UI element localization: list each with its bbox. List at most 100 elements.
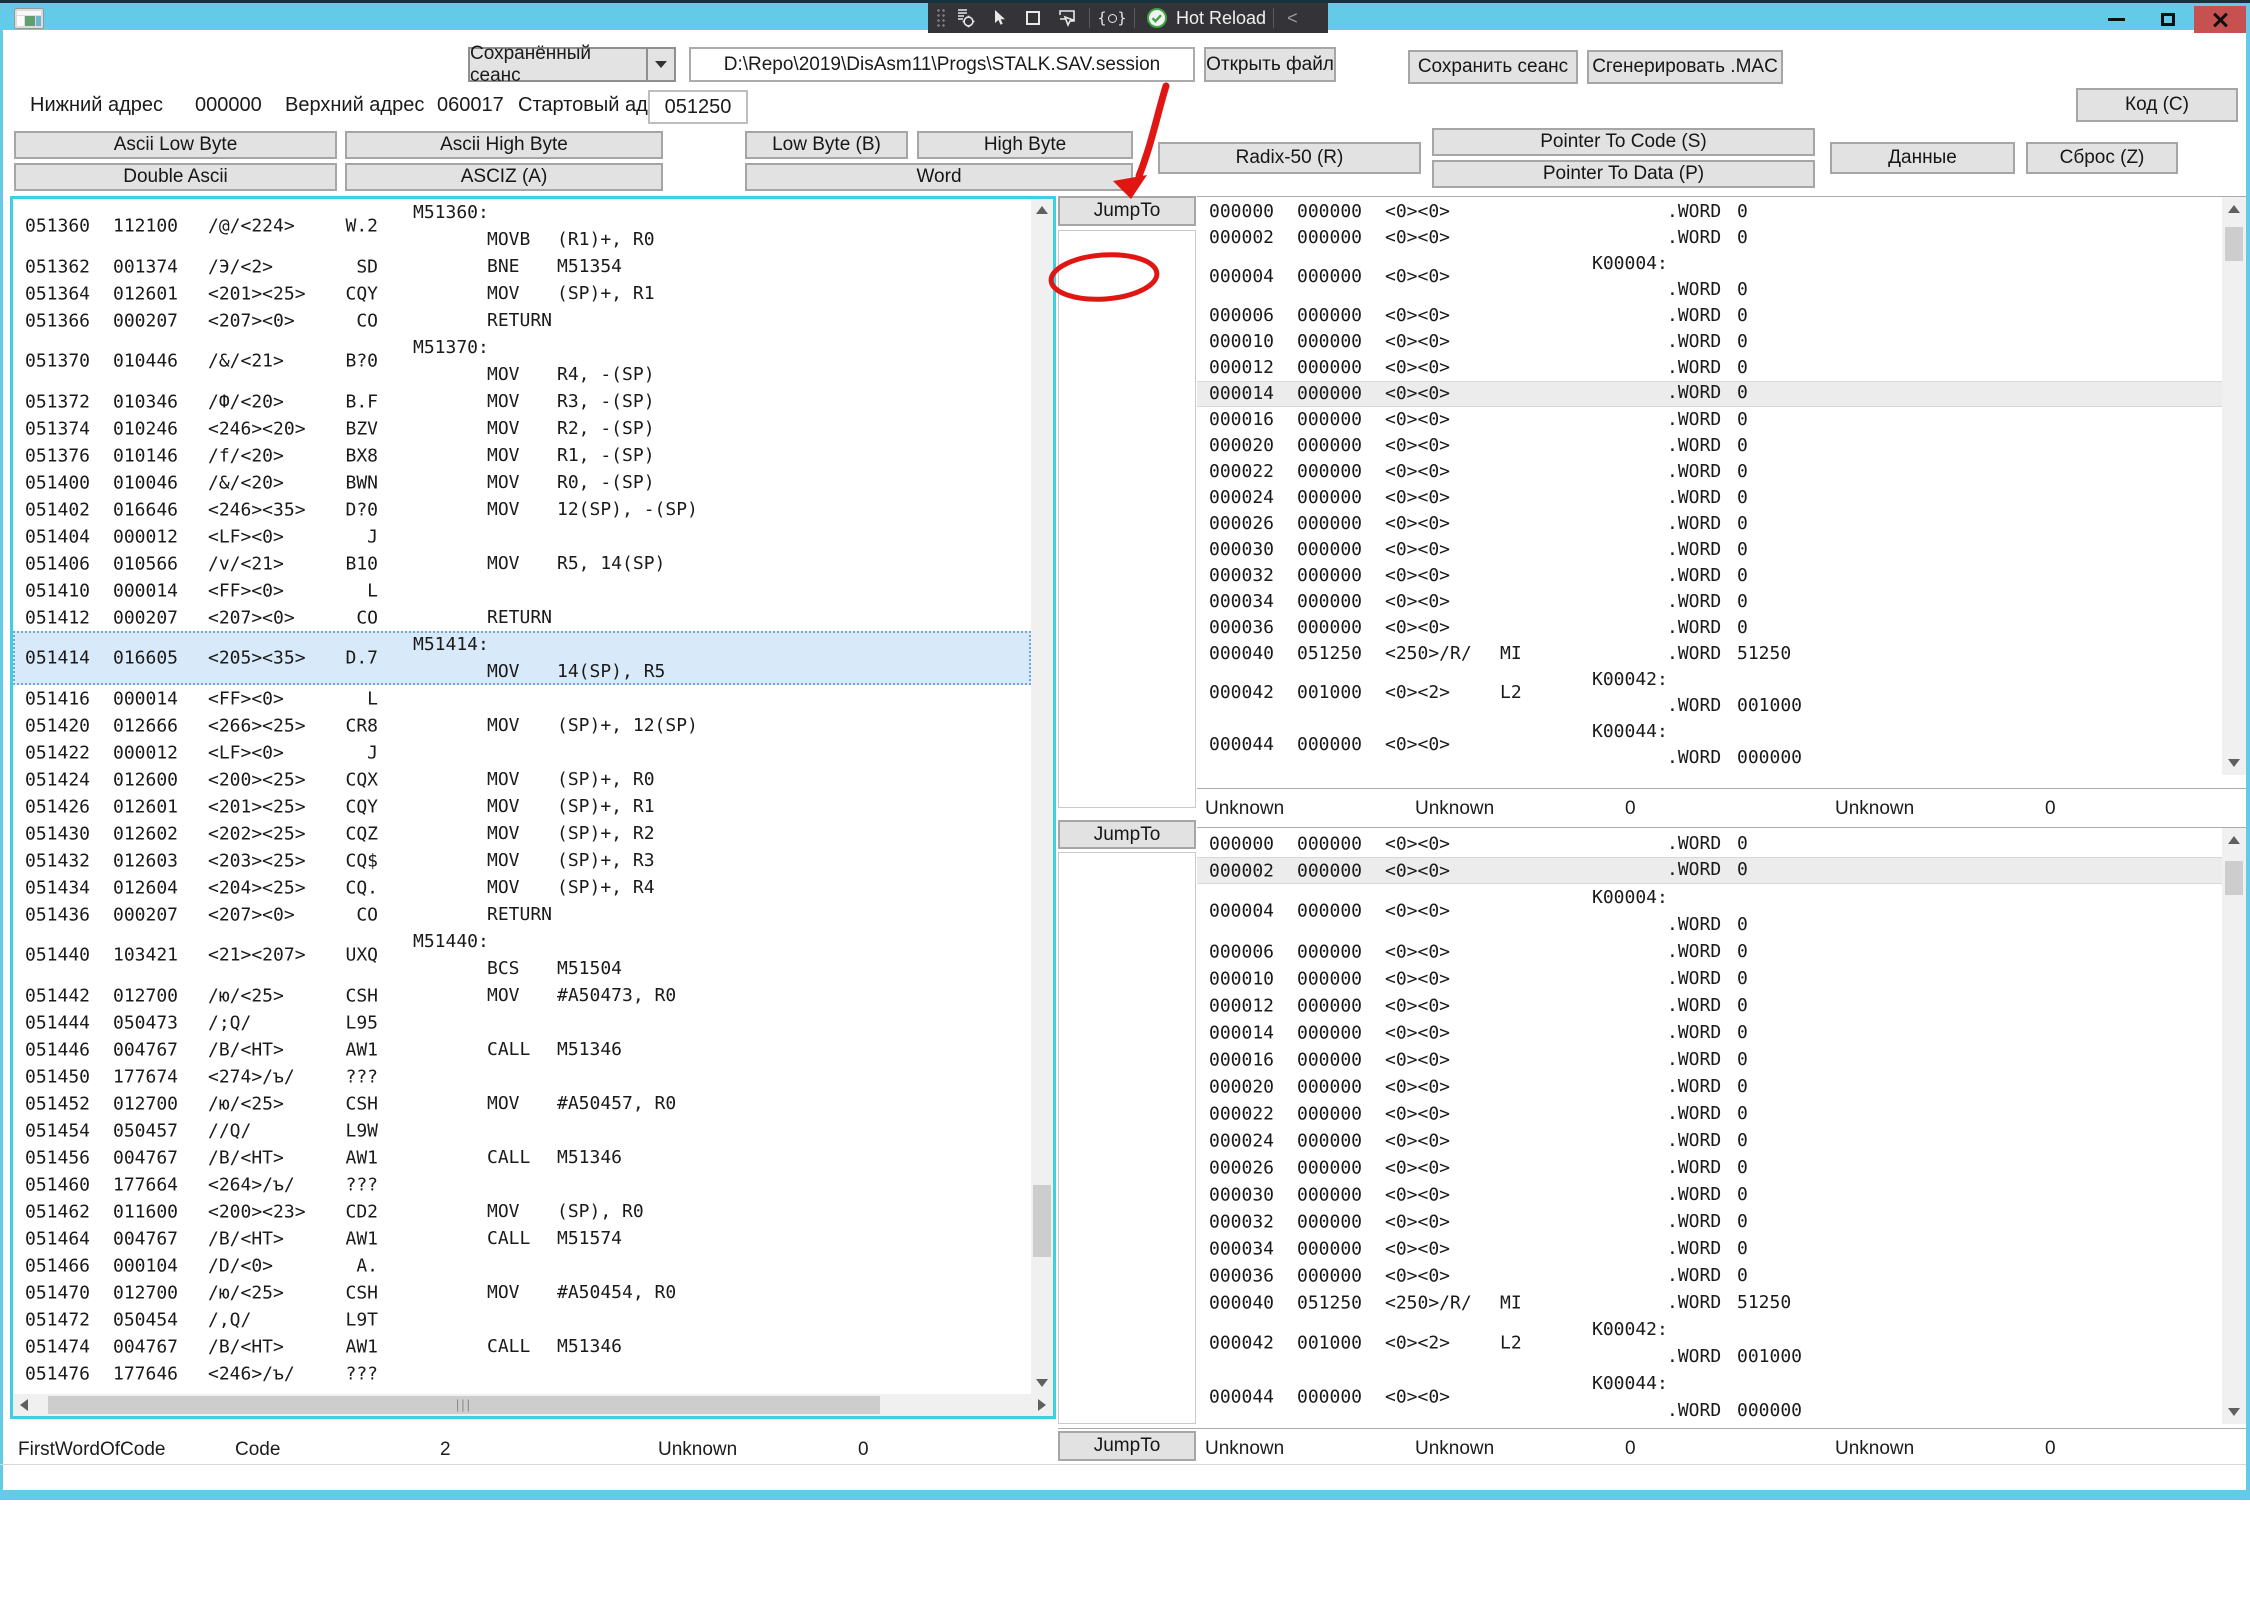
low-byte-button[interactable]: Low Byte (B): [745, 131, 908, 159]
data-grid-rows[interactable]: 000000 000000 <0><0> .WORD 0 000002 0000…: [1197, 199, 2222, 771]
listing-row[interactable]: 051442 012700 /ю/<25> CSH MOV #A50473, R…: [13, 982, 1031, 1009]
grid-row[interactable]: 000006 000000 <0><0> .WORD 0: [1197, 938, 2222, 965]
grid-row[interactable]: 000020 000000 <0><0> .WORD 0: [1197, 433, 2222, 459]
jumpto-button-top[interactable]: JumpTo: [1058, 196, 1196, 226]
close-button[interactable]: [2194, 6, 2246, 33]
listing-row[interactable]: 051440 103421 <21><207> UXQ M51440: BCS …: [13, 928, 1031, 982]
listing-row[interactable]: 051374 010246 <246><20> BZV MOV R2, -(SP…: [13, 415, 1031, 442]
grid-row[interactable]: 000002 000000 <0><0> .WORD 0: [1197, 225, 2222, 251]
session-type-dropdown[interactable]: Сохранённый сеанс: [468, 47, 676, 82]
grid-row[interactable]: 000000 000000 <0><0> .WORD 0: [1197, 199, 2222, 225]
select-window-icon[interactable]: [1052, 5, 1082, 31]
listing-row[interactable]: 051366 000207 <207><0> CO RETURN: [13, 307, 1031, 334]
jumpto-list-item[interactable]: [1059, 236, 1195, 267]
listing-row[interactable]: 051420 012666 <266><25> CR8 MOV (SP)+, 1…: [13, 712, 1031, 739]
show-next-statement-icon[interactable]: [950, 5, 980, 31]
listing-row[interactable]: 051360 112100 /@/<224> W.2 M51360: MOVB …: [13, 199, 1031, 253]
listing-row[interactable]: 051436 000207 <207><0> CO RETURN: [13, 901, 1031, 928]
grid-row[interactable]: 000036 000000 <0><0> .WORD 0: [1197, 1262, 2222, 1289]
grid-row[interactable]: 000024 000000 <0><0> .WORD 0: [1197, 1127, 2222, 1154]
listing-row[interactable]: 051364 012601 <201><25> CQY MOV (SP)+, R…: [13, 280, 1031, 307]
grid-vertical-scrollbar[interactable]: [2222, 828, 2246, 1424]
generate-mac-button[interactable]: Сгенерировать .MAC: [1587, 50, 1783, 84]
listing-row[interactable]: 051414 016605 <205><35> D.7 M51414: MOV …: [13, 631, 1031, 685]
listing-row[interactable]: 051452 012700 /ю/<25> CSH MOV #A50457, R…: [13, 1090, 1031, 1117]
scroll-right-arrow-icon[interactable]: [1031, 1394, 1053, 1416]
listing-row[interactable]: 051460 177664 <264>/ъ/ ???: [13, 1171, 1031, 1198]
listing-horizontal-scrollbar[interactable]: |||: [13, 1394, 1053, 1416]
listing-row[interactable]: 051426 012601 <201><25> CQY MOV (SP)+, R…: [13, 793, 1031, 820]
grid-row[interactable]: 000010 000000 <0><0> .WORD 0: [1197, 965, 2222, 992]
listing-row[interactable]: 051432 012603 <203><25> CQ$ MOV (SP)+, R…: [13, 847, 1031, 874]
grid-row[interactable]: 000004 000000 <0><0> K00004: .WORD 0: [1197, 884, 2222, 938]
listing-row[interactable]: 051406 010566 /v/<21> B10 MOV R5, 14(SP): [13, 550, 1031, 577]
scroll-down-arrow-icon[interactable]: [2222, 751, 2246, 775]
listing-row[interactable]: 051404 000012 <LF><0> J: [13, 523, 1031, 550]
listing-row[interactable]: 051362 001374 /Э/<2> SD BNE M51354: [13, 253, 1031, 280]
listing-row[interactable]: 051424 012600 <200><25> CQX MOV (SP)+, R…: [13, 766, 1031, 793]
hot-reload-label[interactable]: Hot Reload: [1176, 8, 1266, 29]
break-all-icon[interactable]: [1018, 5, 1048, 31]
scroll-down-arrow-icon[interactable]: [1031, 1372, 1053, 1394]
grid-row[interactable]: 000020 000000 <0><0> .WORD 0: [1197, 1073, 2222, 1100]
listing-row[interactable]: 051416 000014 <FF><0> L: [13, 685, 1031, 712]
grid-row[interactable]: 000030 000000 <0><0> .WORD 0: [1197, 1181, 2222, 1208]
app-icon[interactable]: [14, 8, 44, 29]
ascii-low-byte-button[interactable]: Ascii Low Byte: [14, 131, 337, 159]
grid-row[interactable]: 000016 000000 <0><0> .WORD 0: [1197, 407, 2222, 433]
grid-row[interactable]: 000044 000000 <0><0> K00044: .WORD 00000…: [1197, 1370, 2222, 1424]
grid-row[interactable]: 000022 000000 <0><0> .WORD 0: [1197, 1100, 2222, 1127]
listing-row[interactable]: 051450 177674 <274>/ъ/ ???: [13, 1063, 1031, 1090]
word-button[interactable]: Word: [745, 163, 1133, 191]
grid-row[interactable]: 000026 000000 <0><0> .WORD 0: [1197, 511, 2222, 537]
grid-row[interactable]: 000022 000000 <0><0> .WORD 0: [1197, 459, 2222, 485]
jumpto-list-item[interactable]: [1059, 267, 1195, 298]
asciz-button[interactable]: ASCIZ (A): [345, 163, 663, 191]
grid-row[interactable]: 000042 001000 <0><2> L2 K00042: .WORD 00…: [1197, 667, 2222, 719]
grid-row[interactable]: 000040 051250 <250>/R/ MI .WORD 51250: [1197, 1289, 2222, 1316]
scroll-left-arrow-icon[interactable]: [13, 1394, 35, 1416]
jumpto-button-middle[interactable]: JumpTo: [1058, 820, 1196, 849]
session-path-input[interactable]: D:\Repo\2019\DisAsm11\Progs\STALK.SAV.se…: [689, 47, 1195, 82]
grid-row[interactable]: 000024 000000 <0><0> .WORD 0: [1197, 485, 2222, 511]
listing-row[interactable]: 051472 050454 /,Q/ L9T: [13, 1306, 1031, 1333]
listing-row[interactable]: 051434 012604 <204><25> CQ. MOV (SP)+, R…: [13, 874, 1031, 901]
grid-row[interactable]: 000032 000000 <0><0> .WORD 0: [1197, 563, 2222, 589]
listing-row[interactable]: 051462 011600 <200><23> CD2 MOV (SP), R0: [13, 1198, 1031, 1225]
toolbar-collapse-chevron-icon[interactable]: <: [1281, 8, 1304, 29]
listing-row[interactable]: 051444 050473 /;Q/ L95: [13, 1009, 1031, 1036]
open-file-button[interactable]: Открыть файл: [1204, 47, 1336, 82]
dropdown-arrow-icon[interactable]: [646, 49, 674, 80]
grid-row[interactable]: 000036 000000 <0><0> .WORD 0: [1197, 615, 2222, 641]
grid-row[interactable]: 000030 000000 <0><0> .WORD 0: [1197, 537, 2222, 563]
scroll-up-arrow-icon[interactable]: [2222, 828, 2246, 852]
listing-vertical-scrollbar[interactable]: [1031, 199, 1053, 1394]
data-format-button[interactable]: Данные: [1830, 142, 2015, 174]
listing-row[interactable]: 051376 010146 /f/<20> BX8 MOV R1, -(SP): [13, 442, 1031, 469]
listing-row[interactable]: 051470 012700 /ю/<25> CSH MOV #A50454, R…: [13, 1279, 1031, 1306]
high-byte-button[interactable]: High Byte: [917, 131, 1133, 159]
pointer-to-data-button[interactable]: Pointer To Data (P): [1432, 160, 1815, 188]
radix-50-button[interactable]: Radix-50 (R): [1158, 142, 1421, 174]
listing-row[interactable]: 051476 177646 <246>/ъ/ ???: [13, 1360, 1031, 1387]
disassembly-listing[interactable]: 051360 112100 /@/<224> W.2 M51360: MOVB …: [13, 199, 1031, 1394]
start-address-input[interactable]: 051250: [648, 90, 748, 124]
jumpto-list-top[interactable]: [1058, 230, 1196, 808]
grid-row[interactable]: 000014 000000 <0><0> .WORD 0: [1197, 381, 2222, 407]
grid-row[interactable]: 000006 000000 <0><0> .WORD 0: [1197, 303, 2222, 329]
listing-row[interactable]: 051370 010446 /&/<21> B?0 M51370: MOV R4…: [13, 334, 1031, 388]
listing-row[interactable]: 051400 010046 /&/<20> BWN MOV R0, -(SP): [13, 469, 1031, 496]
scrollbar-thumb[interactable]: [2225, 227, 2243, 261]
listing-row[interactable]: 051456 004767 /В/<HT> AW1 CALL M51346: [13, 1144, 1031, 1171]
toolbar-grip-handle[interactable]: [936, 8, 946, 28]
grid-row[interactable]: 000000 000000 <0><0> .WORD 0: [1197, 830, 2222, 857]
scrollbar-thumb[interactable]: [2225, 861, 2243, 895]
grid-row[interactable]: 000012 000000 <0><0> .WORD 0: [1197, 355, 2222, 381]
grid-row[interactable]: 000016 000000 <0><0> .WORD 0: [1197, 1046, 2222, 1073]
pointer-to-code-button[interactable]: Pointer To Code (S): [1432, 128, 1815, 156]
data-grid-rows[interactable]: 000000 000000 <0><0> .WORD 0 000002 0000…: [1197, 830, 2222, 1424]
listing-row[interactable]: 051372 010346 /Ф/<20> B.F MOV R3, -(SP): [13, 388, 1031, 415]
minimize-button[interactable]: [2090, 6, 2142, 33]
listing-row[interactable]: 051466 000104 /D/<0> A.: [13, 1252, 1031, 1279]
inspect-element-icon[interactable]: [984, 5, 1014, 31]
